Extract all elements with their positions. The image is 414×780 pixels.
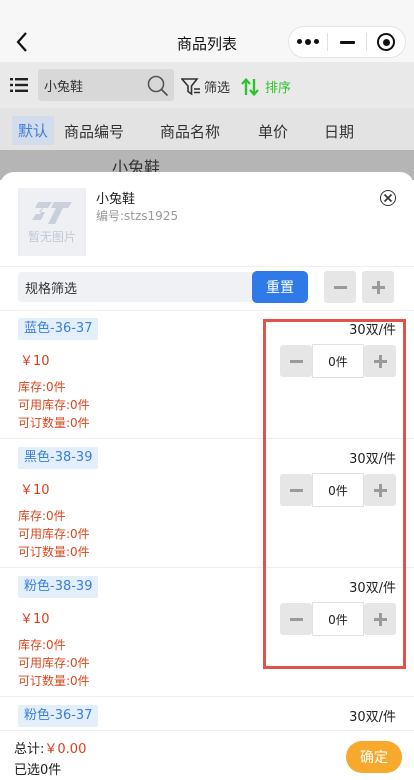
- mini-program-capsule: [288, 26, 406, 58]
- close-sheet-button[interactable]: [380, 190, 396, 206]
- reset-button[interactable]: 重置: [252, 271, 308, 303]
- sku-available-stock: 可用库存:0件: [18, 398, 90, 412]
- minimize-button[interactable]: [328, 27, 366, 57]
- list-menu-icon[interactable]: [10, 78, 28, 92]
- filter-icon: [181, 77, 200, 96]
- checkout-footer: 总计:￥0.00 已选0件 确定: [0, 730, 414, 780]
- sku-orderable-qty: 可订数量:0件: [18, 416, 90, 430]
- selected-count: 已选0件: [14, 763, 62, 778]
- total-label: 总计:: [14, 742, 45, 757]
- sort-label: 排序: [265, 81, 292, 96]
- increase-button[interactable]: [364, 603, 396, 635]
- search-icon[interactable]: [147, 75, 169, 97]
- more-dots-icon: [297, 39, 319, 45]
- target-icon: [377, 33, 395, 51]
- filter-button[interactable]: 筛选: [181, 77, 230, 96]
- quantity-stepper: [280, 473, 396, 507]
- sku-available-stock: 可用库存:0件: [18, 656, 90, 670]
- sku-pack-size: 30双/件: [349, 323, 396, 338]
- tab-date[interactable]: 日期: [324, 121, 354, 142]
- minimize-icon: [339, 40, 355, 44]
- minus-icon: [289, 617, 303, 621]
- tab-default[interactable]: 默认: [12, 116, 55, 145]
- decrease-button[interactable]: [280, 603, 312, 635]
- minus-icon: [289, 488, 303, 492]
- product-header: 暂无图片 小兔鞋 编号:stzs1925: [0, 172, 414, 266]
- decrease-button[interactable]: [280, 474, 312, 506]
- decrease-button[interactable]: [280, 345, 312, 377]
- increase-button[interactable]: [364, 345, 396, 377]
- sku-stock: 库存:0件: [18, 380, 66, 394]
- sku-pack-size: 30双/件: [349, 452, 396, 467]
- sku-stock: 库存:0件: [18, 638, 66, 652]
- filter-label: 筛选: [204, 81, 231, 96]
- increase-button[interactable]: [364, 474, 396, 506]
- product-image-placeholder: 暂无图片: [18, 188, 86, 256]
- sku-item: 黑色-38-39 30双/件 ￥10 库存:0件 可用库存:0件 可订数量:0件: [0, 443, 414, 573]
- batch-increase-button[interactable]: [362, 271, 394, 303]
- quantity-stepper: [280, 602, 396, 636]
- sku-orderable-qty: 可订数量:0件: [18, 674, 90, 688]
- spec-filter-row: 重置: [0, 268, 414, 308]
- more-button[interactable]: [289, 27, 327, 57]
- sku-spec-tag: 粉色-36-37: [18, 705, 99, 727]
- sort-button[interactable]: 排序: [241, 77, 291, 96]
- sku-pack-size: 30双/件: [349, 710, 396, 725]
- sku-spec-tag: 粉色-38-39: [18, 576, 99, 598]
- spec-selection-sheet: 暂无图片 小兔鞋 编号:stzs1925 重置 蓝色-36-37 30双/件 ￥…: [0, 172, 414, 780]
- batch-decrease-button[interactable]: [324, 271, 356, 303]
- sku-price: ￥10: [20, 612, 50, 627]
- sku-pack-size: 30双/件: [349, 581, 396, 596]
- sku-orderable-qty: 可订数量:0件: [18, 545, 90, 559]
- quantity-input[interactable]: [312, 344, 364, 378]
- no-image-text: 暂无图片: [27, 229, 76, 244]
- minus-icon: [289, 359, 303, 363]
- sku-price: ￥10: [20, 354, 50, 369]
- tab-product-name[interactable]: 商品名称: [160, 121, 220, 142]
- sku-price: ￥10: [20, 483, 50, 498]
- quantity-input[interactable]: [312, 473, 364, 507]
- confirm-button[interactable]: 确定: [346, 741, 402, 773]
- navigation-bar: 商品列表: [0, 0, 414, 62]
- quantity-stepper: [280, 344, 396, 378]
- sort-arrows-icon: [241, 77, 259, 96]
- sku-item: 蓝色-36-37 30双/件 ￥10 库存:0件 可用库存:0件 可订数量:0件: [0, 314, 414, 444]
- total-amount: 总计:￥0.00: [14, 738, 86, 757]
- product-code: 编号:stzs1925: [96, 209, 179, 223]
- quantity-input[interactable]: [312, 602, 364, 636]
- no-image-logo-icon: [32, 201, 72, 224]
- sku-spec-tag: 黑色-38-39: [18, 447, 99, 469]
- sku-stock: 库存:0件: [18, 509, 66, 523]
- total-value: ￥0.00: [44, 742, 87, 757]
- sku-available-stock: 可用库存:0件: [18, 527, 90, 541]
- tab-unit-price[interactable]: 单价: [258, 121, 288, 142]
- product-name: 小兔鞋: [96, 192, 136, 207]
- close-miniprogram-button[interactable]: [367, 27, 405, 57]
- close-icon: [383, 193, 393, 203]
- sku-spec-tag: 蓝色-36-37: [18, 318, 99, 340]
- search-bar-row: 筛选 排序: [0, 62, 414, 108]
- minus-icon: [333, 285, 347, 289]
- tab-product-code[interactable]: 商品编号: [64, 121, 124, 142]
- spec-filter-input[interactable]: [18, 272, 258, 302]
- sku-item: 粉色-38-39 30双/件 ￥10 库存:0件 可用库存:0件 可订数量:0件: [0, 572, 414, 702]
- sort-tabs: 默认 商品编号 商品名称 单价 日期: [0, 108, 414, 150]
